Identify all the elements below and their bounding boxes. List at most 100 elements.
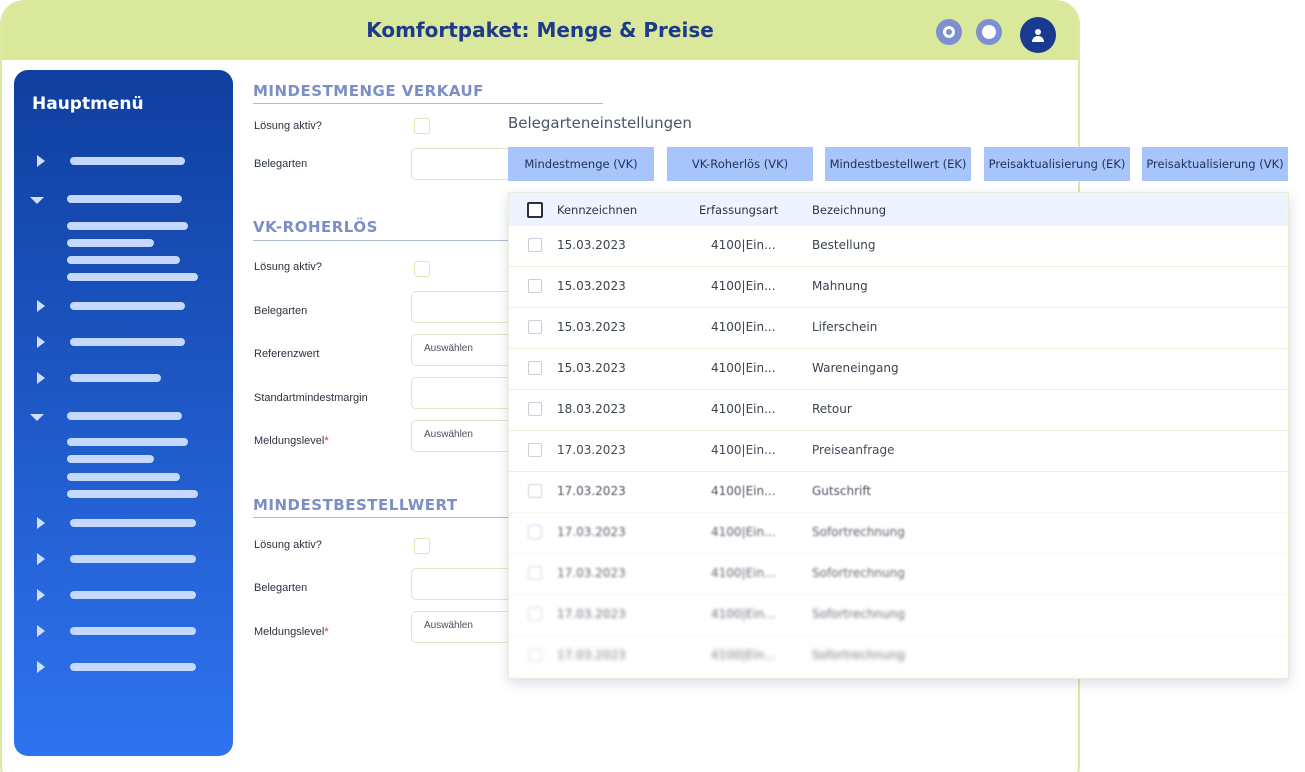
row-checkbox[interactable] bbox=[528, 279, 542, 293]
row-checkbox[interactable] bbox=[528, 525, 542, 539]
row-checkbox[interactable] bbox=[528, 443, 542, 457]
cell-bezeichnung: Sofortrechnung bbox=[812, 525, 905, 539]
sidebar-item[interactable] bbox=[70, 157, 185, 165]
table-row[interactable]: 15.03.2023 4100|Ein... Mahnung bbox=[509, 267, 1288, 308]
tab-mindestbestellwert[interactable]: Mindestbestellwert (EK) bbox=[825, 147, 971, 181]
table-row[interactable]: 17.03.2023 4100|Ein... Sofortrechnung bbox=[509, 554, 1288, 595]
chevron-right-icon[interactable] bbox=[37, 155, 45, 167]
row-checkbox[interactable] bbox=[528, 361, 542, 375]
sidebar-subitem[interactable] bbox=[67, 273, 198, 281]
belegarten-label: Belegarten bbox=[254, 305, 308, 317]
row-checkbox[interactable] bbox=[528, 566, 542, 580]
sidebar-item[interactable] bbox=[70, 663, 196, 671]
belegarten-settings-title: Belegarteneinstellungen bbox=[508, 114, 692, 132]
table-row[interactable]: 15.03.2023 4100|Ein... Bestellung bbox=[509, 226, 1288, 267]
table-row[interactable]: 17.03.2023 4100|Ein... Sofortrechnung bbox=[509, 595, 1288, 636]
sidebar-subitem[interactable] bbox=[67, 490, 198, 498]
sidebar-subitem[interactable] bbox=[67, 473, 180, 481]
sidebar-item[interactable] bbox=[70, 591, 196, 599]
sidebar-item[interactable] bbox=[70, 555, 196, 563]
loesung-label: Lösung aktiv? bbox=[254, 261, 322, 273]
cell-bezeichnung: Bestellung bbox=[812, 238, 876, 252]
section-title-mindestmenge: MINDESTMENGE VERKAUF bbox=[253, 82, 484, 100]
section-title-bestellwert: MINDESTBESTELLWERT bbox=[253, 496, 458, 514]
sidebar-subitem[interactable] bbox=[67, 438, 188, 446]
row-checkbox[interactable] bbox=[528, 238, 542, 252]
column-header[interactable]: Kennzeichnen bbox=[557, 203, 637, 217]
referenzwert-select[interactable]: Auswählen bbox=[411, 334, 511, 366]
column-header[interactable]: Bezeichnung bbox=[812, 203, 886, 217]
belegarten-input[interactable] bbox=[411, 291, 511, 323]
row-checkbox[interactable] bbox=[528, 484, 542, 498]
table-row[interactable]: 17.03.2023 4100|Ein... Preiseanfrage bbox=[509, 431, 1288, 472]
cell-erfassungsart: 4100|Ein... bbox=[711, 238, 776, 252]
chevron-right-icon[interactable] bbox=[37, 300, 45, 312]
table-row[interactable]: 15.03.2023 4100|Ein... Liferschein bbox=[509, 308, 1288, 349]
page-title: Komfortpaket: Menge & Preise bbox=[366, 18, 714, 42]
cell-erfassungsart: 4100|Ein... bbox=[711, 443, 776, 457]
row-checkbox[interactable] bbox=[528, 320, 542, 334]
chevron-down-icon[interactable] bbox=[30, 197, 44, 204]
chevron-right-icon[interactable] bbox=[37, 336, 45, 348]
sidebar-item[interactable] bbox=[70, 519, 196, 527]
belegarten-input[interactable] bbox=[411, 568, 511, 600]
sidebar-item[interactable] bbox=[70, 627, 196, 635]
column-header[interactable]: Erfassungsart bbox=[699, 203, 778, 217]
sidebar-item[interactable] bbox=[70, 374, 161, 382]
user-icon[interactable] bbox=[1020, 17, 1056, 53]
chevron-right-icon[interactable] bbox=[37, 517, 45, 529]
loesung-label: Lösung aktiv? bbox=[254, 539, 322, 551]
tab-preisaktualisierung-vk[interactable]: Preisaktualisierung (VK) bbox=[1142, 147, 1288, 181]
chevron-right-icon[interactable] bbox=[37, 589, 45, 601]
sidebar-item[interactable] bbox=[70, 338, 185, 346]
chevron-down-icon[interactable] bbox=[30, 414, 44, 421]
cell-kennzeichnen: 15.03.2023 bbox=[557, 238, 626, 252]
cell-kennzeichnen: 17.03.2023 bbox=[557, 525, 626, 539]
table-row[interactable]: 17.03.2023 4100|Ein... Gutschrift bbox=[509, 472, 1288, 513]
loesung-checkbox[interactable] bbox=[414, 261, 430, 277]
sidebar-item[interactable] bbox=[70, 302, 185, 310]
row-checkbox[interactable] bbox=[528, 402, 542, 416]
cell-bezeichnung: Sofortrechnung bbox=[812, 648, 905, 662]
loesung-checkbox[interactable] bbox=[414, 118, 430, 134]
chevron-right-icon[interactable] bbox=[37, 553, 45, 565]
cell-erfassungsart: 4100|Ein... bbox=[711, 402, 776, 416]
table-row[interactable]: 18.03.2023 4100|Ein... Retour bbox=[509, 390, 1288, 431]
settings-ring-icon[interactable] bbox=[936, 19, 962, 45]
belegarten-input[interactable] bbox=[411, 148, 511, 180]
table-row[interactable]: 15.03.2023 4100|Ein... Wareneingang bbox=[509, 349, 1288, 390]
tab-roherloes[interactable]: VK-Roherlös (VK) bbox=[667, 147, 813, 181]
cell-kennzeichnen: 17.03.2023 bbox=[557, 443, 626, 457]
row-checkbox[interactable] bbox=[528, 607, 542, 621]
chevron-right-icon[interactable] bbox=[37, 625, 45, 637]
sidebar-subitem[interactable] bbox=[67, 222, 188, 230]
cell-bezeichnung: Retour bbox=[812, 402, 852, 416]
cell-kennzeichnen: 17.03.2023 bbox=[557, 566, 626, 580]
cell-erfassungsart: 4100|Ein... bbox=[711, 484, 776, 498]
tab-preisaktualisierung-ek[interactable]: Preisaktualisierung (EK) bbox=[984, 147, 1130, 181]
sidebar-subitem[interactable] bbox=[67, 455, 154, 463]
divider bbox=[253, 517, 508, 518]
standard-margin-input[interactable] bbox=[411, 377, 511, 409]
standard-margin-label: Standartmindestmargin bbox=[254, 392, 368, 404]
referenzwert-label: Referenzwert bbox=[254, 348, 320, 360]
sidebar-subitem[interactable] bbox=[67, 239, 154, 247]
sidebar-item[interactable] bbox=[67, 412, 182, 420]
meldungslevel-select[interactable]: Auswählen bbox=[411, 611, 511, 643]
table-row[interactable]: 17.03.2023 4100|Ein... Sofortrechnung bbox=[509, 636, 1288, 677]
meldungslevel-select[interactable]: Auswählen bbox=[411, 420, 511, 452]
tab-mindestmenge[interactable]: Mindestmenge (VK) bbox=[508, 147, 654, 181]
circle-icon[interactable] bbox=[976, 19, 1002, 45]
cell-bezeichnung: Mahnung bbox=[812, 279, 868, 293]
chevron-right-icon[interactable] bbox=[37, 661, 45, 673]
loesung-checkbox[interactable] bbox=[414, 538, 430, 554]
cell-erfassungsart: 4100|Ein... bbox=[711, 361, 776, 375]
sidebar-item[interactable] bbox=[67, 195, 182, 203]
row-checkbox[interactable] bbox=[528, 648, 542, 662]
cell-bezeichnung: Sofortrechnung bbox=[812, 607, 905, 621]
chevron-right-icon[interactable] bbox=[37, 372, 45, 384]
sidebar-subitem[interactable] bbox=[67, 256, 180, 264]
belegarten-label: Belegarten bbox=[254, 158, 308, 170]
select-all-checkbox[interactable] bbox=[527, 202, 543, 218]
table-row[interactable]: 17.03.2023 4100|Ein... Sofortrechnung bbox=[509, 513, 1288, 554]
